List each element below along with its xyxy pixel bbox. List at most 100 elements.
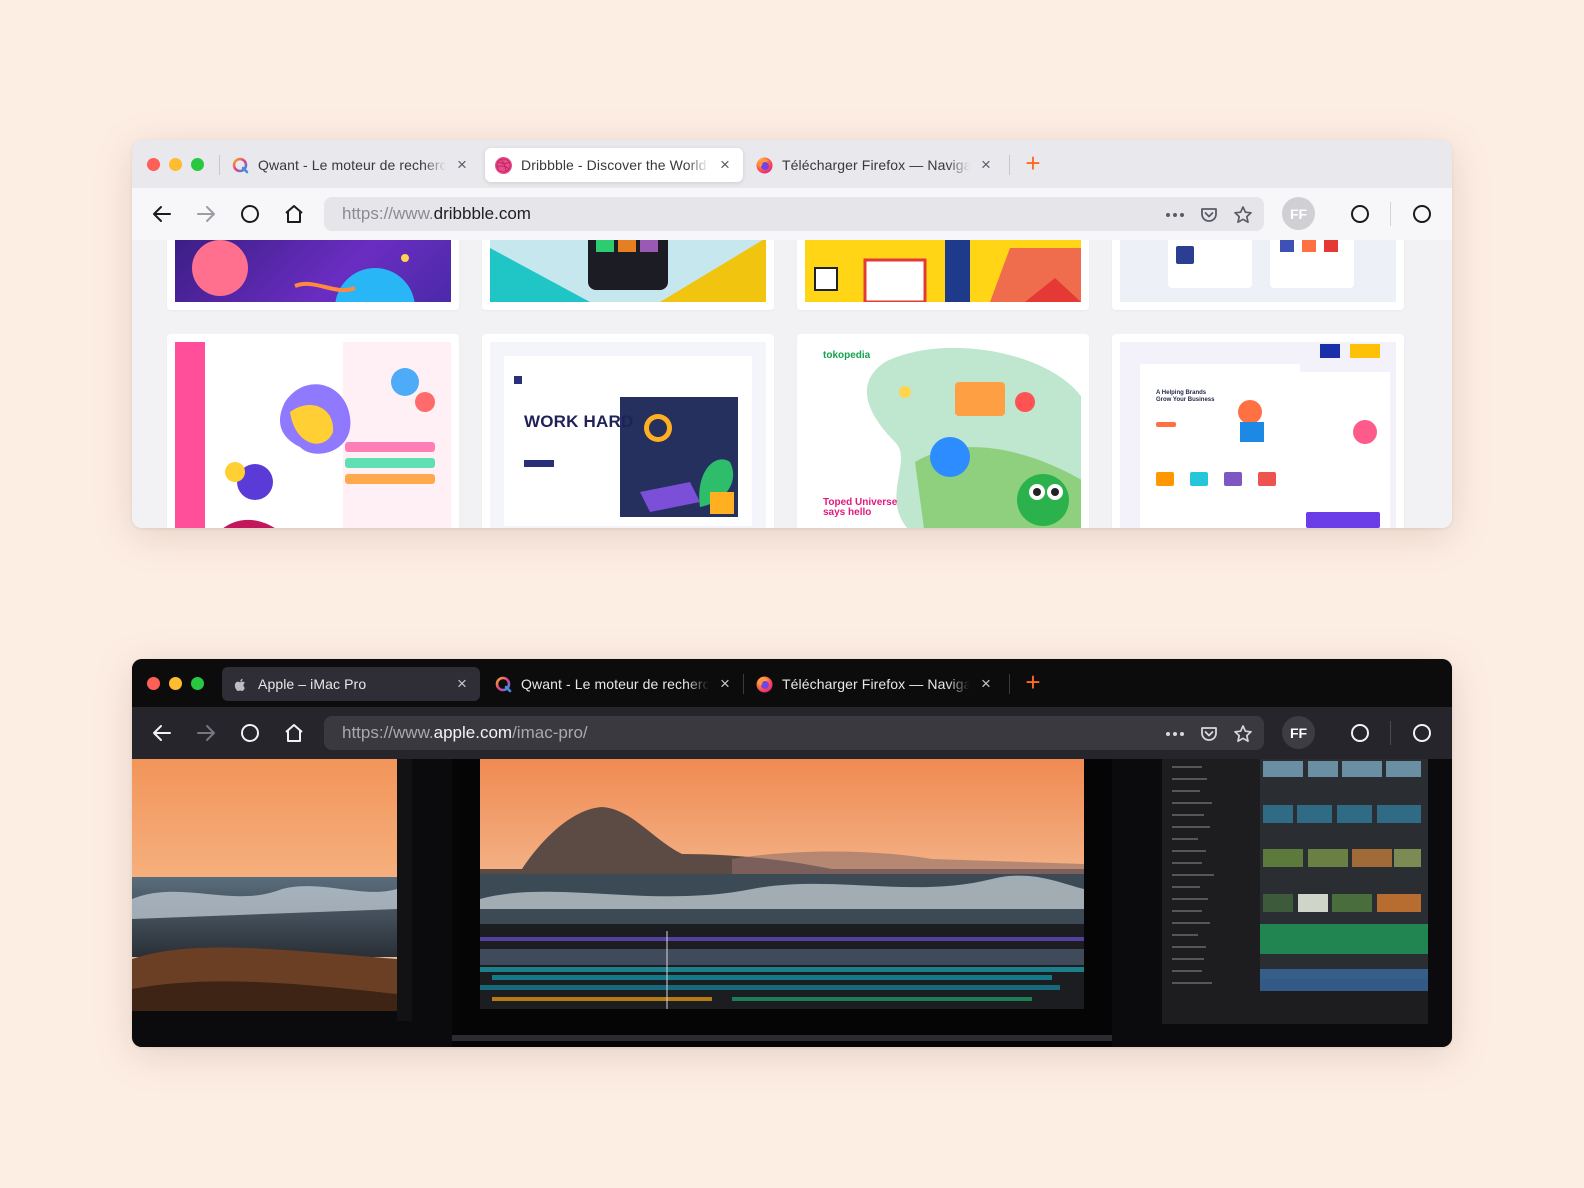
tab-title: Télécharger Firefox — Navigateur bbox=[782, 676, 970, 692]
close-tab-icon[interactable]: × bbox=[717, 156, 733, 173]
tab-separator bbox=[219, 155, 220, 175]
home-icon bbox=[285, 205, 303, 223]
url-prefix: https://www. bbox=[342, 723, 434, 742]
menu-button[interactable] bbox=[1410, 202, 1434, 226]
tab-firefox[interactable]: Télécharger Firefox — Navigateur × bbox=[746, 148, 1004, 182]
new-tab-button[interactable]: + bbox=[1020, 150, 1046, 177]
forward-arrow-icon bbox=[197, 206, 215, 222]
shot-headline: A Helping Brands Grow Your Business bbox=[1156, 390, 1215, 403]
bookmark-star-icon[interactable] bbox=[1232, 723, 1254, 745]
close-tab-icon[interactable]: × bbox=[978, 156, 994, 173]
tab-title: Qwant - Le moteur de recherche bbox=[521, 676, 709, 692]
shot-image bbox=[175, 240, 451, 302]
dribbble-icon bbox=[495, 156, 512, 174]
menu-button[interactable] bbox=[1410, 721, 1434, 745]
shot-brand: tokopedia bbox=[823, 350, 871, 361]
firefox-icon bbox=[756, 676, 773, 693]
page-content: WORK HARD tokopedia Toped Universe says … bbox=[132, 240, 1452, 528]
toolbar-separator bbox=[1390, 202, 1391, 226]
dribbble-shot[interactable] bbox=[1112, 240, 1404, 310]
bookmark-star-icon[interactable] bbox=[1232, 204, 1254, 226]
zoom-window-button[interactable] bbox=[191, 677, 204, 690]
qwant-icon bbox=[232, 157, 249, 174]
back-button[interactable] bbox=[150, 202, 174, 226]
shot-image bbox=[805, 240, 1081, 302]
back-arrow-icon bbox=[153, 206, 171, 222]
url-prefix: https://www. bbox=[342, 204, 434, 223]
home-button[interactable] bbox=[282, 202, 306, 226]
pocket-icon[interactable] bbox=[1198, 204, 1220, 226]
tab-qwant[interactable]: Qwant - Le moteur de recherche × bbox=[222, 148, 480, 182]
tab-separator bbox=[1009, 155, 1010, 175]
home-button[interactable] bbox=[282, 721, 306, 745]
tab-title: Télécharger Firefox — Navigateur bbox=[782, 157, 970, 173]
account-avatar[interactable]: FF bbox=[1282, 197, 1315, 230]
circle-icon bbox=[1413, 724, 1431, 742]
tab-firefox[interactable]: Télécharger Firefox — Navigateur × bbox=[746, 667, 1004, 701]
dribbble-shot[interactable] bbox=[167, 240, 459, 310]
address-bar[interactable]: https://www. dribbble.com bbox=[324, 197, 1264, 231]
reload-button[interactable] bbox=[238, 202, 262, 226]
circle-icon bbox=[1351, 205, 1369, 223]
navigation-toolbar: https://www. apple.com/imac-pro/ FF bbox=[132, 707, 1452, 759]
shot-image bbox=[1120, 240, 1396, 302]
tab-qwant[interactable]: Qwant - Le moteur de recherche × bbox=[485, 667, 743, 701]
tab-title: Qwant - Le moteur de recherche bbox=[258, 157, 446, 173]
close-window-button[interactable] bbox=[147, 677, 160, 690]
tab-apple[interactable]: Apple – iMac Pro × bbox=[222, 667, 480, 701]
forward-button[interactable] bbox=[194, 202, 218, 226]
account-avatar[interactable]: FF bbox=[1282, 716, 1315, 749]
dribbble-shot[interactable]: WORK HARD bbox=[482, 334, 774, 528]
close-tab-icon[interactable]: × bbox=[978, 675, 994, 692]
zoom-window-button[interactable] bbox=[191, 158, 204, 171]
shot-image bbox=[490, 240, 766, 302]
dribbble-shot[interactable] bbox=[482, 240, 774, 310]
tab-separator bbox=[1009, 674, 1010, 694]
close-tab-icon[interactable]: × bbox=[454, 675, 470, 692]
dribbble-shot[interactable] bbox=[167, 334, 459, 528]
qwant-icon bbox=[495, 676, 512, 693]
dribbble-shot[interactable]: A Helping Brands Grow Your Business bbox=[1112, 334, 1404, 528]
forward-button[interactable] bbox=[194, 721, 218, 745]
tab-bar: Qwant - Le moteur de recherche × Dribbbl… bbox=[132, 140, 1452, 188]
page-actions bbox=[1164, 204, 1254, 226]
minimize-window-button[interactable] bbox=[169, 677, 182, 690]
tab-dribbble[interactable]: Dribbble - Discover the World's Top Desi… bbox=[485, 148, 743, 182]
shot-image: WORK HARD bbox=[490, 342, 766, 528]
tab-title: Apple – iMac Pro bbox=[258, 676, 367, 692]
reload-button[interactable] bbox=[238, 721, 262, 745]
page-actions-menu-icon[interactable] bbox=[1164, 723, 1186, 745]
browser-window-light: Qwant - Le moteur de recherche × Dribbbl… bbox=[132, 140, 1452, 528]
navigation-toolbar: https://www. dribbble.com FF bbox=[132, 188, 1452, 240]
tab-bar: Apple – iMac Pro × Qwant - Le moteur de … bbox=[132, 659, 1452, 707]
toolbar-button[interactable] bbox=[1348, 202, 1372, 226]
minimize-window-button[interactable] bbox=[169, 158, 182, 171]
dribbble-shot[interactable]: tokopedia Toped Universe says hello bbox=[797, 334, 1089, 528]
dribbble-shot[interactable] bbox=[797, 240, 1089, 310]
shot-image: A Helping Brands Grow Your Business bbox=[1120, 342, 1396, 528]
shot-headline: WORK HARD bbox=[524, 412, 634, 431]
close-tab-icon[interactable]: × bbox=[454, 156, 470, 173]
address-bar[interactable]: https://www. apple.com/imac-pro/ bbox=[324, 716, 1264, 750]
page-actions-menu-icon[interactable] bbox=[1164, 204, 1186, 226]
reload-icon bbox=[241, 724, 259, 742]
circle-icon bbox=[1413, 205, 1431, 223]
toolbar-button[interactable] bbox=[1348, 721, 1372, 745]
pocket-icon[interactable] bbox=[1198, 723, 1220, 745]
apple-icon bbox=[232, 676, 249, 693]
back-button[interactable] bbox=[150, 721, 174, 745]
close-tab-icon[interactable]: × bbox=[717, 675, 733, 692]
firefox-icon bbox=[756, 157, 773, 174]
url-path: /imac-pro/ bbox=[512, 723, 588, 742]
new-tab-button[interactable]: + bbox=[1020, 669, 1046, 696]
toolbar-separator bbox=[1390, 721, 1391, 745]
shot-image: tokopedia Toped Universe says hello bbox=[805, 342, 1081, 528]
url-domain: dribbble.com bbox=[433, 204, 531, 223]
tab-title: Dribbble - Discover the World's Top Desi… bbox=[521, 157, 709, 173]
url-domain: apple.com bbox=[433, 723, 513, 742]
close-window-button[interactable] bbox=[147, 158, 160, 171]
page-actions bbox=[1164, 723, 1254, 745]
tab-separator bbox=[743, 674, 744, 694]
forward-arrow-icon bbox=[197, 725, 215, 741]
imac-pro-hero-image bbox=[132, 759, 1428, 1047]
